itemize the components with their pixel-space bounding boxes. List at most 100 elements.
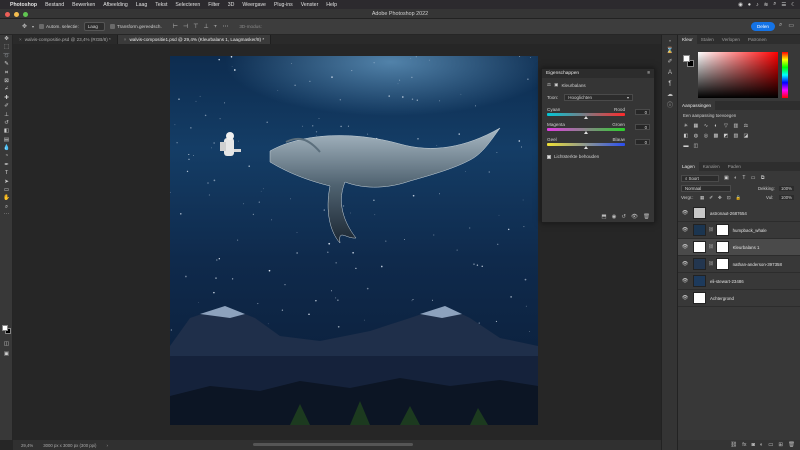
- zoom-tool-icon[interactable]: ⌕: [0, 203, 13, 211]
- brush-settings-icon[interactable]: ✐: [662, 57, 678, 68]
- type-tool-icon[interactable]: T: [0, 169, 13, 177]
- gradient-map-icon[interactable]: ▬: [683, 143, 689, 149]
- link-layers-icon[interactable]: ⛓: [730, 442, 737, 448]
- preserve-luminosity-checkbox[interactable]: [547, 154, 551, 159]
- color-field[interactable]: [698, 52, 778, 98]
- photo-filter-icon[interactable]: ◍: [693, 133, 699, 139]
- preserve-luminosity-row[interactable]: Lichtsterkte behouden: [542, 154, 654, 159]
- menu-app-name[interactable]: Photoshop: [10, 2, 37, 8]
- chain-link-icon[interactable]: ⛓: [708, 244, 714, 250]
- foreground-color-swatch[interactable]: [2, 325, 8, 331]
- hand-tool-icon[interactable]: ✋: [0, 194, 13, 202]
- layer-thumbnail[interactable]: [693, 241, 706, 253]
- chevron-right-icon[interactable]: ›: [106, 443, 107, 448]
- layer-thumbnail[interactable]: [693, 207, 706, 219]
- color-swatches[interactable]: [2, 325, 11, 334]
- more-options-icon[interactable]: ⋯: [222, 23, 228, 30]
- yellow-blue-slider[interactable]: [547, 143, 625, 149]
- zoom-level[interactable]: 29,4%: [21, 443, 33, 448]
- history-panel-icon[interactable]: ⌛: [662, 46, 678, 57]
- levels-icon[interactable]: ▦: [693, 123, 699, 129]
- curves-icon[interactable]: ∿: [703, 123, 709, 129]
- reset-icon[interactable]: ↺: [621, 214, 626, 220]
- align-left-icon[interactable]: ⊢: [173, 23, 178, 30]
- invert-icon[interactable]: ◩: [723, 133, 729, 139]
- menu-item-tekst[interactable]: Tekst: [155, 2, 167, 8]
- clip-to-layer-icon[interactable]: ⬒: [601, 214, 606, 220]
- document-size[interactable]: 3000 px x 3000 px (300 ppi): [43, 443, 96, 448]
- tab-kleur[interactable]: Kleur: [678, 35, 697, 44]
- posterize-icon[interactable]: ▨: [733, 133, 739, 139]
- close-tab-icon[interactable]: ×: [19, 37, 22, 42]
- visibility-eye-icon[interactable]: 👁: [680, 227, 690, 233]
- view-previous-icon[interactable]: ◉: [612, 214, 617, 220]
- eyedropper-tool-icon[interactable]: ⌿: [0, 85, 13, 93]
- info-panel-icon[interactable]: ⓘ: [662, 101, 678, 112]
- stamp-tool-icon[interactable]: ⊥: [0, 111, 13, 119]
- menu-item-laag[interactable]: Laag: [136, 2, 148, 8]
- layer-thumbnail[interactable]: [693, 292, 706, 304]
- quick-mask-icon[interactable]: ◫: [0, 340, 13, 348]
- tab-patronen[interactable]: Patronen: [744, 35, 771, 44]
- visibility-icon[interactable]: 👁: [631, 214, 638, 220]
- align-top-icon[interactable]: ⊥: [203, 23, 208, 30]
- quick-select-tool-icon[interactable]: ✎: [0, 60, 13, 68]
- layer-filter-icons[interactable]: ▣ ◐ T ▭ ⧉: [724, 175, 766, 181]
- frame-tool-icon[interactable]: ⊠: [0, 77, 13, 85]
- align-center-icon[interactable]: ⊣: [183, 23, 188, 30]
- gradient-tool-icon[interactable]: ▤: [0, 136, 13, 144]
- path-select-tool-icon[interactable]: ➤: [0, 178, 13, 186]
- auto-select-option[interactable]: Autom. selectie:: [39, 24, 79, 30]
- layer-style-icon[interactable]: fx: [742, 442, 746, 448]
- layer-mask-thumbnail[interactable]: [715, 241, 729, 253]
- menu-item-weergave[interactable]: Weergave: [242, 2, 266, 8]
- tab-stalen[interactable]: Stalen: [697, 35, 718, 44]
- panel-menu-icon[interactable]: ≡: [647, 71, 650, 76]
- menu-item-3d[interactable]: 3D: [228, 2, 235, 8]
- lasso-tool-icon[interactable]: ➰: [0, 52, 13, 60]
- layer-row[interactable]: 👁 Achtergrond: [678, 290, 800, 307]
- layer-thumbnail[interactable]: [693, 275, 706, 287]
- hue-slider[interactable]: [782, 52, 788, 98]
- blur-tool-icon[interactable]: 💧: [0, 144, 13, 152]
- camera-icon[interactable]: ◉: [738, 2, 743, 8]
- share-button[interactable]: Delen: [751, 22, 775, 31]
- magenta-green-slider[interactable]: [547, 128, 625, 134]
- blend-mode-dropdown[interactable]: Normaal: [681, 185, 731, 192]
- add-mask-icon[interactable]: ◙: [752, 442, 755, 448]
- sound-icon[interactable]: ♪: [756, 2, 759, 8]
- crop-tool-icon[interactable]: ⌗: [0, 69, 13, 77]
- layer-row[interactable]: 👁 ⛓ humpback_whale: [678, 222, 800, 239]
- magenta-green-value[interactable]: 0: [635, 124, 650, 130]
- layer-row[interactable]: 👁 astronaut-2687654: [678, 205, 800, 222]
- transform-checkbox[interactable]: [109, 24, 115, 30]
- menu-item-filter[interactable]: Filter: [208, 2, 220, 8]
- layer-name[interactable]: humpback_whale: [733, 228, 767, 233]
- pen-tool-icon[interactable]: ✒: [0, 161, 13, 169]
- layer-row[interactable]: 👁 ⛓ Kleurbalans 1: [678, 239, 800, 256]
- document-canvas[interactable]: [170, 56, 538, 425]
- healing-tool-icon[interactable]: ✚: [0, 94, 13, 102]
- moon-icon[interactable]: ☾: [791, 2, 796, 8]
- horizontal-scrollbar[interactable]: [253, 443, 413, 446]
- visibility-eye-icon[interactable]: 👁: [680, 295, 690, 301]
- yellow-blue-slider-thumb[interactable]: [584, 146, 588, 149]
- layer-filter-dropdown[interactable]: ⌕ Soort: [681, 175, 719, 182]
- exposure-icon[interactable]: ◐: [713, 123, 719, 129]
- visibility-eye-icon[interactable]: 👁: [680, 278, 690, 284]
- properties-header[interactable]: Eigenschappen ≡: [542, 69, 654, 78]
- yellow-blue-value[interactable]: 0: [635, 139, 650, 145]
- delete-layer-icon[interactable]: 🗑: [788, 442, 795, 448]
- control-center-icon[interactable]: ☰: [781, 2, 786, 8]
- visibility-eye-icon[interactable]: 👁: [680, 210, 690, 216]
- auto-select-checkbox[interactable]: [39, 24, 45, 30]
- layer-name[interactable]: Achtergrond: [710, 296, 734, 301]
- auto-select-target-dropdown[interactable]: Laag: [83, 22, 105, 31]
- close-tab-icon[interactable]: ×: [124, 37, 127, 42]
- visibility-eye-icon[interactable]: 👁: [680, 244, 690, 250]
- layer-name[interactable]: Kleurbalans 1: [733, 245, 760, 250]
- color-balance-icon[interactable]: ⚖: [743, 123, 749, 129]
- align-right-icon[interactable]: ⊤: [193, 23, 198, 30]
- move-tool-icon[interactable]: ✥: [22, 23, 27, 30]
- cyan-red-slider[interactable]: [547, 113, 625, 119]
